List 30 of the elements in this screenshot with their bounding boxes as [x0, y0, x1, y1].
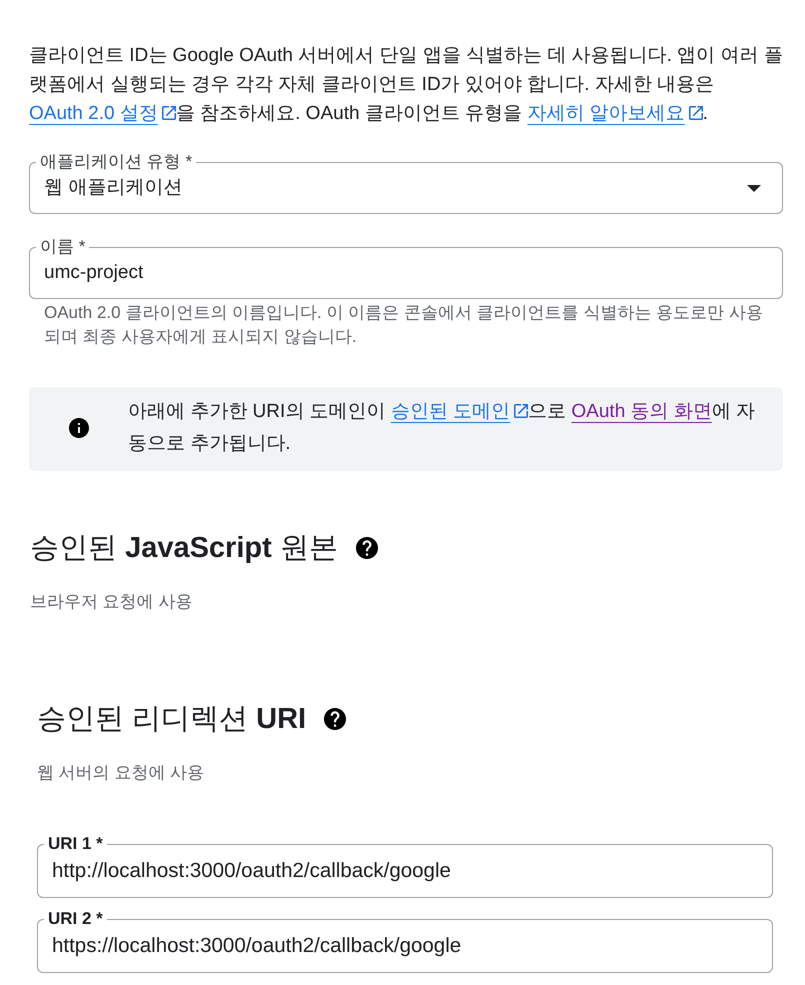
section-subtitle: 웹 서버의 요청에 사용 [37, 762, 206, 784]
link[interactable]: OAuth 동의 화면 [571, 401, 712, 422]
selected-value: 웹 애플리케이션 [44, 176, 184, 200]
link[interactable]: 승인된 도메인 [390, 401, 528, 422]
field-value: umc-project [44, 261, 144, 285]
name-field[interactable]: 이름 * umc-project [29, 237, 783, 299]
intro-paragraph: 클라이언트 ID는 Google OAuth 서버에서 단일 앱을 식별하는 데 사용됩니다. 앱이 여러 플랫폼에서 실행되는 경우 각각 자체 클라이언트 ID가 있어야 합니다. 자세한 내용은 OAuth 2.0 설정 을 참조하세요. OAuth 클라이언트 유형을 자세히 알아보세요 . [29, 44, 783, 126]
section-subtitle: 브라우저 요청에 사용 [30, 591, 194, 613]
field-label: 애플리케이션 유형 * [39, 152, 194, 172]
field-label: URI 1 * [47, 834, 104, 854]
caret-icon [747, 184, 761, 192]
application-type-select[interactable]: 애플리케이션 유형 * 웹 애플리케이션 [29, 152, 783, 214]
info-icon [69, 418, 89, 438]
uri-field[interactable]: URI 2 * https://localhost:3000/oauth2/callback/google [37, 909, 773, 973]
external-link-icon [688, 106, 703, 120]
field-label: URI 2 * [47, 909, 104, 929]
help-icon[interactable] [356, 537, 378, 559]
uri-field[interactable]: URI 1 * http://localhost:3000/oauth2/callback/google [37, 834, 773, 898]
help-icon[interactable] [324, 708, 346, 730]
field-value: https://localhost:3000/oauth2/callback/google [52, 934, 462, 958]
external-link-icon [162, 106, 176, 120]
link[interactable]: OAuth 2.0 설정 [29, 103, 176, 124]
field-label: 이름 * [39, 237, 86, 257]
field-value: http://localhost:3000/oauth2/callback/google [52, 859, 452, 883]
link[interactable]: 자세히 알아보세요 [527, 103, 703, 124]
info-text: 아래에 추가한 URI의 도메인이 승인된 도메인 으로 OAuth 동의 화면에 자동으로 추가됩니다. [128, 400, 756, 456]
section-heading: 승인된 JavaScript 원본 [30, 531, 338, 566]
external-link-icon [514, 404, 528, 418]
helper-text: OAuth 2.0 클라이언트의 이름입니다. 이 이름은 콘솔에서 클라이언트를 식별하는 용도로만 사용되며 최종 사용자에게 표시되지 않습니다. [43, 302, 764, 348]
section-heading: 승인된 리디렉션 URI [37, 702, 306, 737]
